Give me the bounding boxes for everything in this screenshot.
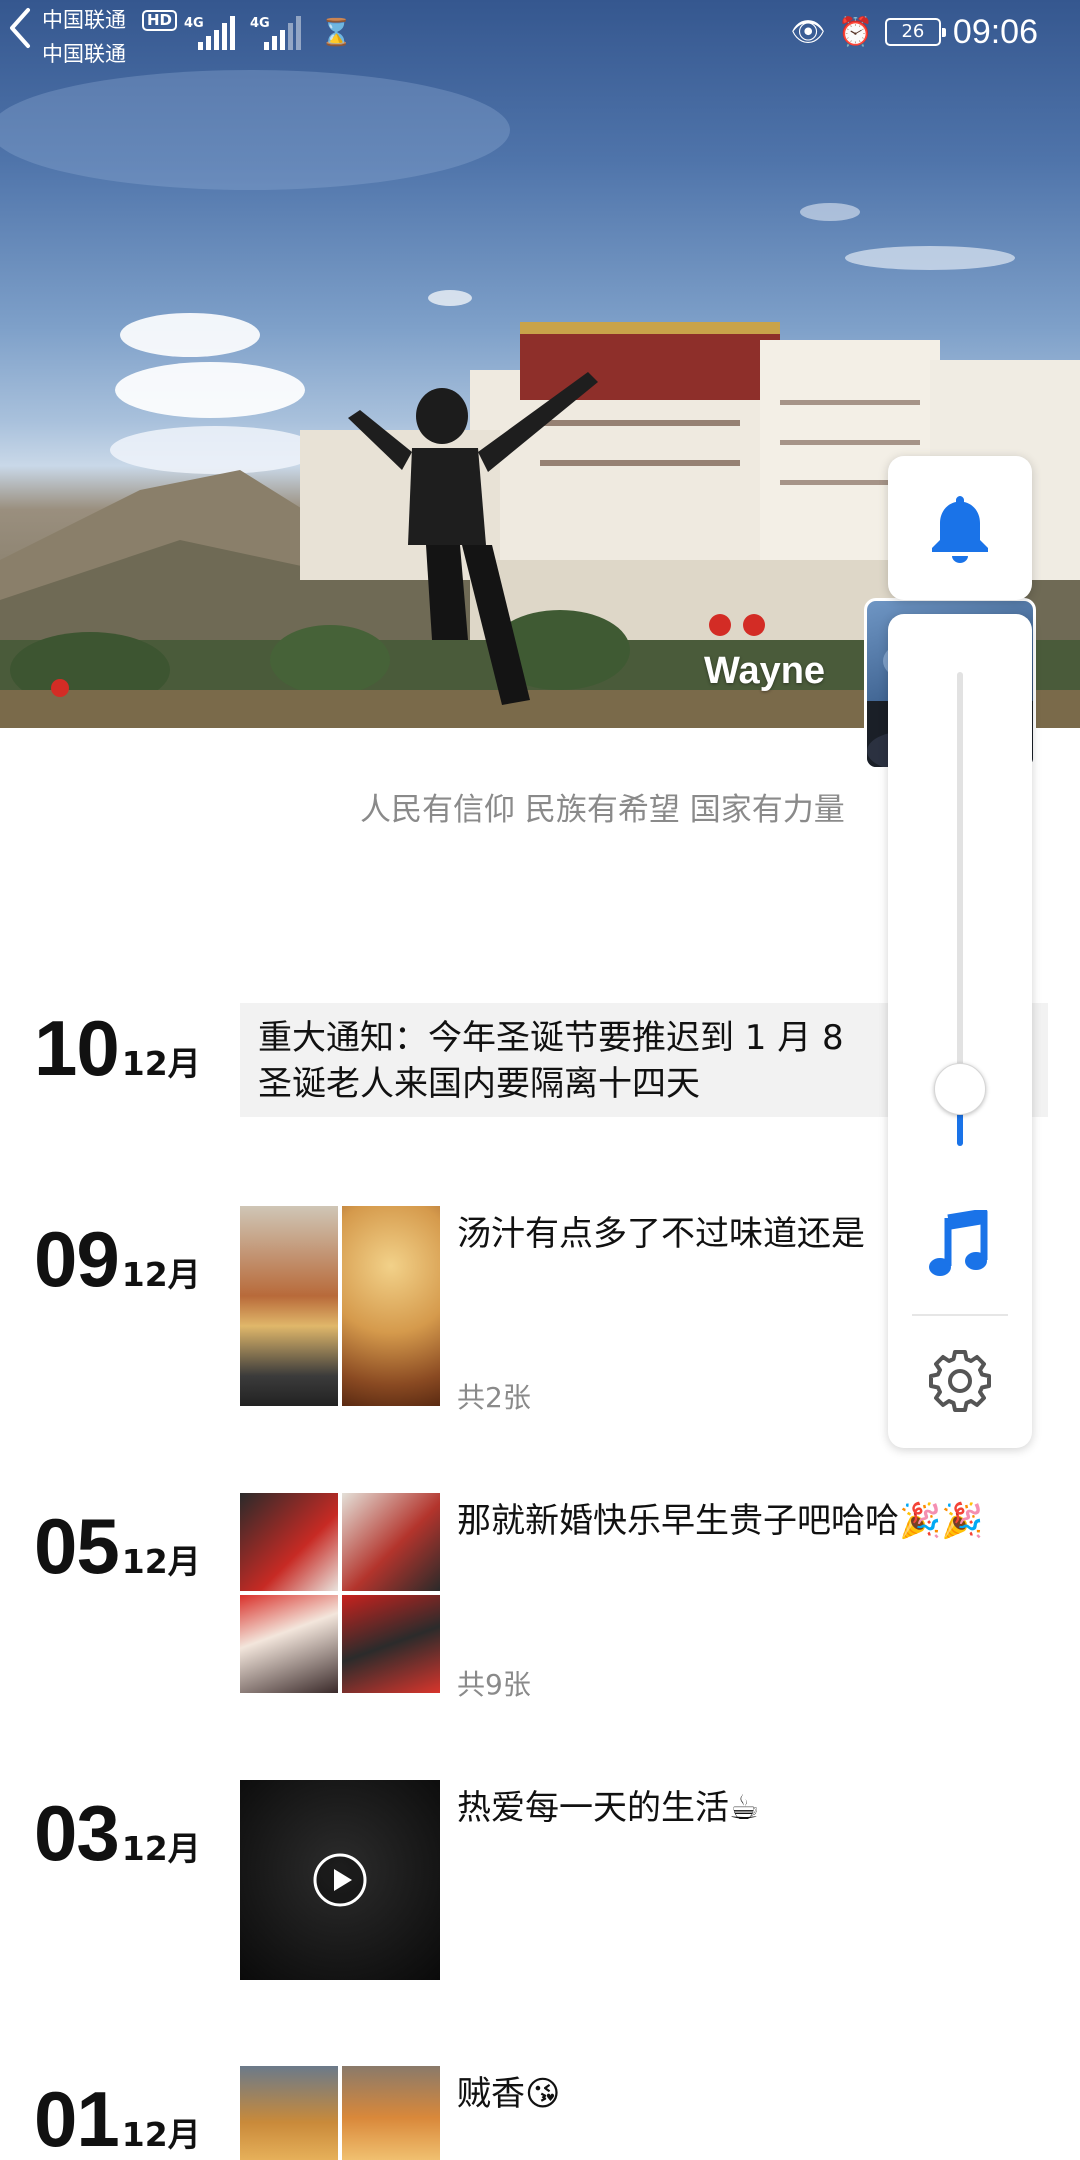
photo-thumbnail[interactable] (342, 1595, 440, 1693)
carrier-label: 中国联通 (42, 8, 126, 32)
carrier-label: 中国联通 (42, 42, 126, 66)
clock: 09:06 (952, 12, 1038, 51)
photo-count: 共2张 (457, 1381, 531, 1414)
post-day: 09 (34, 1215, 120, 1303)
alarm-icon: ⏰ (838, 15, 873, 48)
photo-thumbnails[interactable] (240, 2066, 440, 2160)
post-caption: 热爱每一天的生活☕ (457, 1788, 760, 1828)
post-day: 10 (34, 1004, 120, 1092)
post-day: 03 (34, 1789, 120, 1877)
gear-icon[interactable] (928, 1348, 992, 1412)
battery-icon: 26 (884, 18, 946, 46)
photo-thumbnail[interactable] (240, 1595, 338, 1693)
post-day: 01 (34, 2075, 120, 2160)
ringer-mode-button[interactable] (888, 456, 1032, 600)
status-bar: 中国联通 中国联通 HD 4G 4G ⌛ 👁 ⏰ 26 09:06 (0, 0, 1080, 66)
hd-badge: HD (142, 10, 178, 31)
post-date: 0912月 (34, 1214, 201, 1305)
bell-icon (932, 496, 988, 563)
post-caption: 汤汁有点多了不过味道还是 (457, 1214, 865, 1254)
post-date: 0112月 (34, 2074, 201, 2160)
eye-comfort-icon: 👁 (790, 15, 827, 48)
post-date: 1012月 (34, 1003, 201, 1094)
photo-thumbnail[interactable] (342, 1493, 440, 1591)
photo-thumbnail[interactable] (240, 1493, 338, 1591)
photo-thumbnail[interactable] (240, 1206, 338, 1406)
post-caption: 那就新婚快乐早生贵子吧哈哈🎉🎉 (457, 1501, 984, 1541)
post-month: 12月 (121, 1542, 201, 1581)
post-month: 12月 (121, 1829, 201, 1868)
profile-signature: 人民有信仰 民族有希望 国家有力量 (360, 792, 845, 828)
post-date: 0312月 (34, 1788, 201, 1879)
panel-divider (912, 1314, 1008, 1316)
photo-thumbnails[interactable] (240, 1206, 440, 1406)
photo-count: 共9张 (457, 1668, 531, 1701)
post-caption: 贼香😘 (457, 2074, 561, 2114)
post-month: 12月 (121, 1044, 201, 1083)
post-month: 12月 (121, 1255, 201, 1294)
back-arrow-icon[interactable] (0, 0, 40, 56)
photo-thumbnail[interactable] (342, 1206, 440, 1406)
photo-thumbnail[interactable] (240, 2066, 338, 2160)
profile-name: Wayne (704, 650, 826, 692)
post-date: 0512月 (34, 1501, 201, 1592)
post-day: 05 (34, 1502, 120, 1590)
music-note-icon[interactable] (928, 1210, 992, 1280)
video-thumbnail[interactable] (240, 1780, 440, 1980)
post-month: 12月 (121, 2115, 201, 2154)
photo-thumbnail[interactable] (342, 2066, 440, 2160)
hourglass-icon: ⌛ (320, 18, 353, 48)
photo-thumbnails[interactable] (240, 1493, 440, 1693)
play-icon[interactable] (312, 1852, 368, 1908)
volume-panel (888, 614, 1032, 1448)
volume-slider-thumb[interactable] (934, 1063, 986, 1115)
